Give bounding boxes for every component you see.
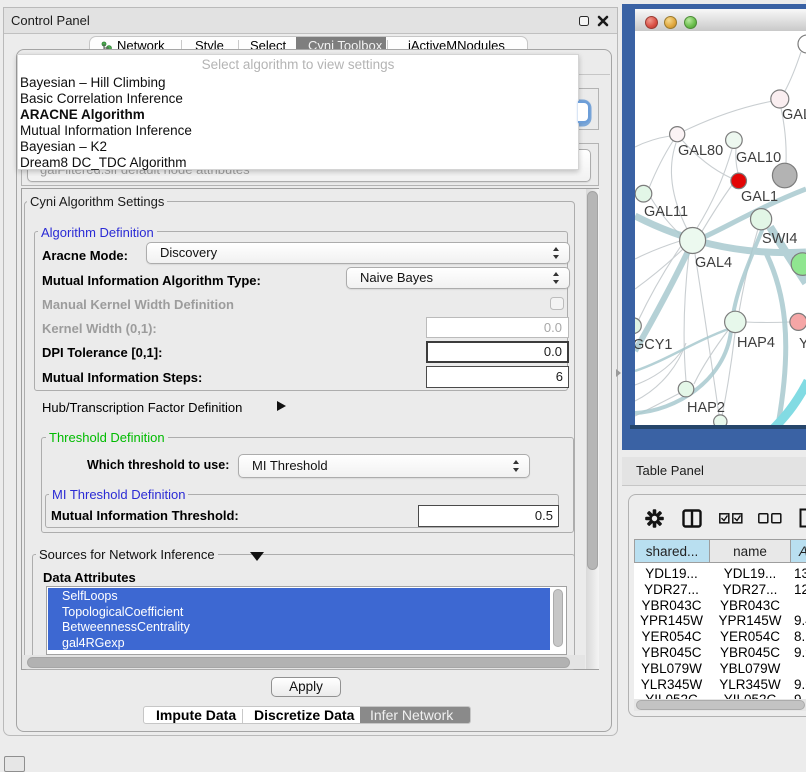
svg-text:GAL11: GAL11 [644, 204, 688, 220]
svg-text:SWI4: SWI4 [762, 231, 797, 247]
svg-text:YJ: YJ [799, 336, 806, 352]
svg-text:GAL7: GAL7 [782, 107, 806, 123]
svg-text:GAL10: GAL10 [736, 150, 781, 166]
svg-text:GAL4: GAL4 [695, 255, 732, 271]
svg-text:GAL80: GAL80 [678, 143, 723, 159]
svg-text:HAP2: HAP2 [687, 400, 725, 416]
svg-text:HAP4: HAP4 [737, 335, 775, 351]
svg-text:GAL1: GAL1 [741, 189, 778, 205]
svg-text:GCY1: GCY1 [635, 337, 673, 353]
